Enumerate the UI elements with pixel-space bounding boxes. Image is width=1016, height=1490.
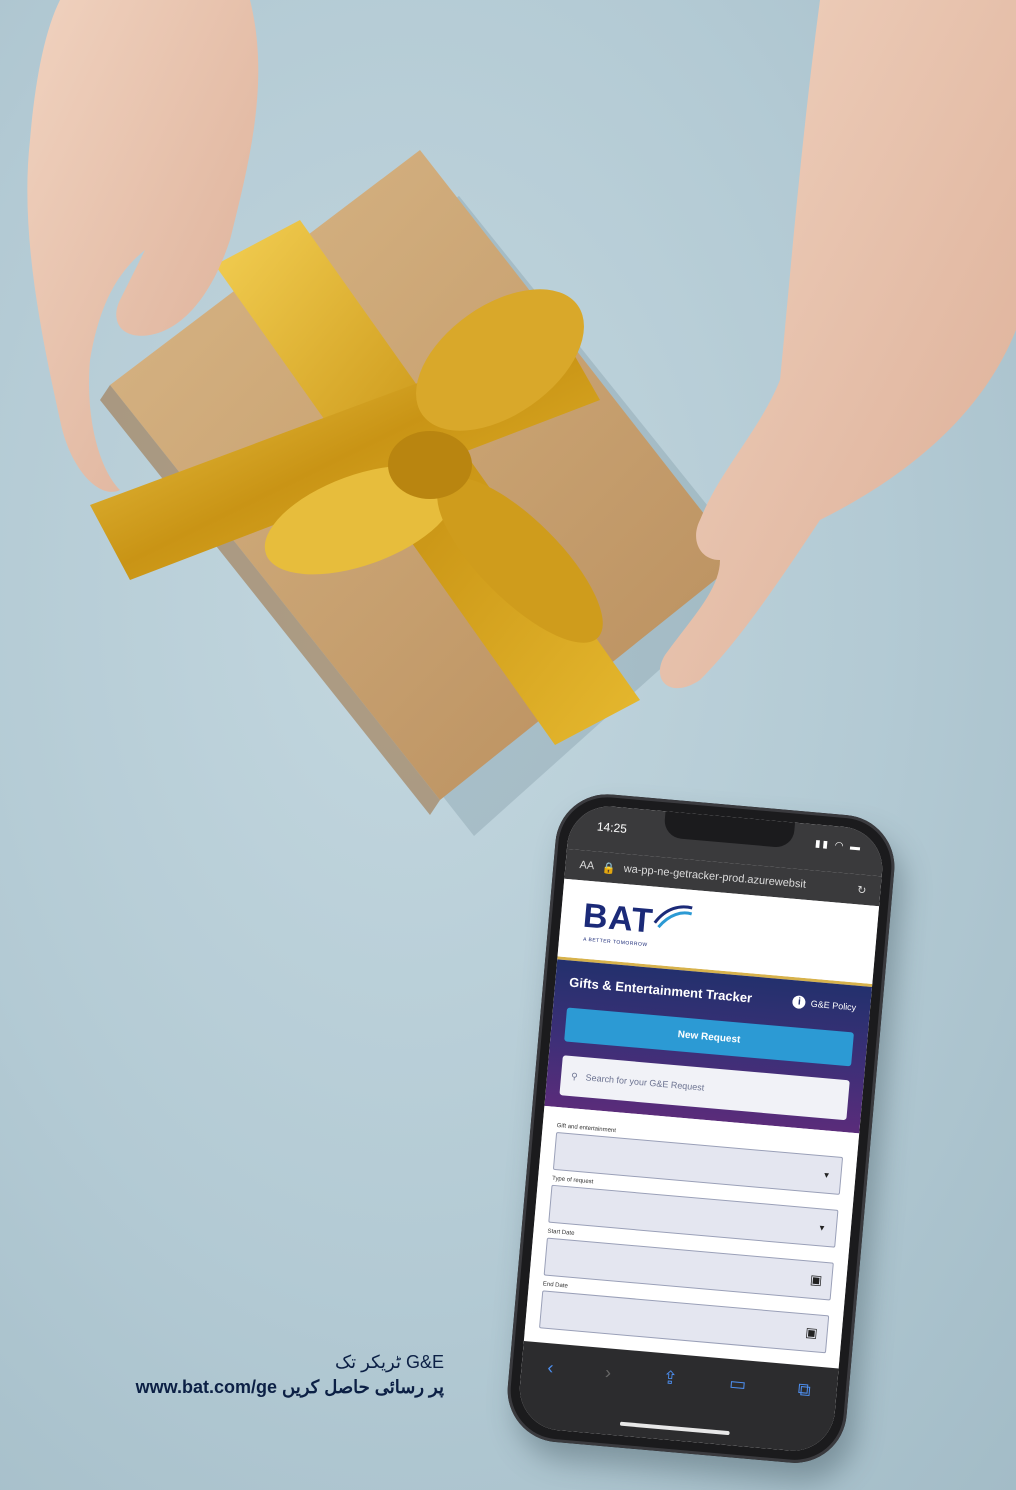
new-request-button[interactable]: New Request (564, 1007, 854, 1067)
policy-link-label: G&E Policy (810, 998, 857, 1013)
calendar-icon[interactable]: ▣ (805, 1324, 819, 1341)
caption-line-2[interactable]: پر رسائی حاصل کریں www.bat.com/ge (14, 1377, 444, 1398)
search-icon: ⚲ (570, 1070, 579, 1082)
request-form: Gift and entertainment ▼ Type of request… (524, 1105, 860, 1363)
share-icon[interactable]: ⇪ (662, 1367, 679, 1389)
back-icon[interactable]: ‹ (547, 1357, 555, 1378)
status-time: 14:25 (596, 819, 628, 836)
search-placeholder: Search for your G&E Request (585, 1072, 705, 1093)
reader-text-size-button[interactable]: AA (579, 859, 595, 872)
policy-link[interactable]: i G&E Policy (792, 995, 857, 1013)
chevron-down-icon: ▼ (817, 1223, 827, 1233)
gift-photo (27, 0, 1016, 836)
phone: 14:25 ▮▮ ◠ ▬ AA 🔒 wa-pp-ne-getracker-pro… (503, 790, 899, 1468)
caption: G&E ٹریکر تک پر رسائی حاصل کریں www.bat.… (14, 1352, 444, 1398)
bookmarks-icon[interactable]: ▭ (728, 1373, 747, 1395)
calendar-icon[interactable]: ▣ (809, 1272, 823, 1289)
chevron-down-icon: ▼ (822, 1170, 831, 1181)
signal-wifi-battery-icon: ▮▮ ◠ ▬ (814, 838, 863, 854)
bat-logo[interactable]: BAT (581, 897, 654, 942)
info-icon: i (792, 995, 807, 1010)
lock-icon: 🔒 (601, 861, 617, 875)
forward-icon[interactable]: › (604, 1362, 612, 1383)
photo-background (0, 0, 1016, 1490)
tracker-panel: Gifts & Entertainment Tracker i G&E Poli… (544, 959, 873, 1134)
notch (663, 811, 796, 849)
reload-icon[interactable]: ↻ (857, 883, 867, 897)
caption-line-1: G&E ٹریکر تک (335, 1352, 444, 1372)
home-indicator (619, 1421, 730, 1436)
app-title: Gifts & Entertainment Tracker (568, 974, 753, 1006)
tabs-icon[interactable]: ⧉ (797, 1379, 812, 1401)
logo-swoosh-icon (653, 905, 693, 929)
phone-screen: 14:25 ▮▮ ◠ ▬ AA 🔒 wa-pp-ne-getracker-pro… (516, 803, 886, 1455)
